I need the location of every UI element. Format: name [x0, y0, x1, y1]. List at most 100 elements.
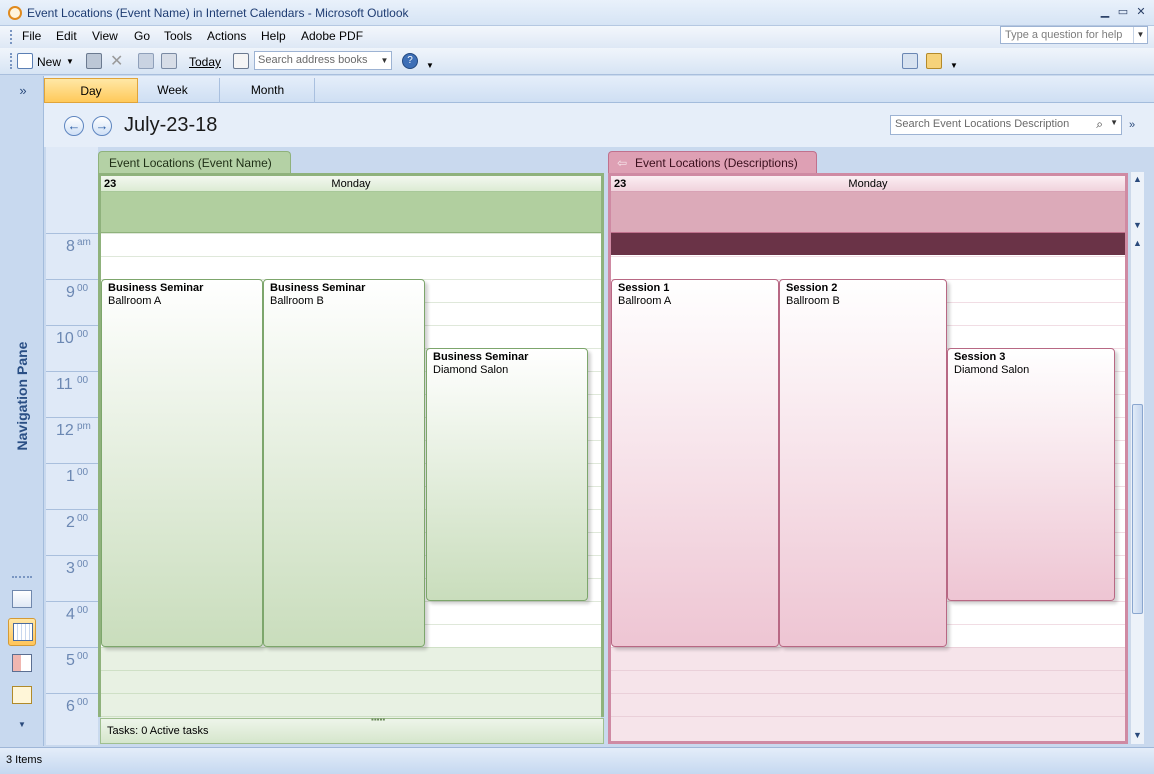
- scrollbar-thumb[interactable]: [1132, 404, 1143, 614]
- appointment[interactable]: Session 1 Ballroom A: [611, 279, 779, 647]
- help-icon[interactable]: ?: [402, 53, 418, 69]
- menu-actions[interactable]: Actions: [204, 29, 249, 43]
- tab-day[interactable]: Day: [44, 78, 138, 103]
- vertical-scrollbar[interactable]: ▲ ▼ ▲ ▼: [1130, 172, 1144, 744]
- hour-label: 6 00: [46, 693, 98, 739]
- arrow-left-icon[interactable]: ⇦: [617, 152, 627, 175]
- time-slot[interactable]: [611, 693, 1125, 716]
- forward-arrow-icon[interactable]: →: [92, 116, 112, 136]
- print-icon[interactable]: [86, 53, 102, 69]
- tab-month[interactable]: Month: [221, 78, 315, 103]
- time-slot[interactable]: [101, 233, 601, 256]
- page-title: July-23-18: [124, 114, 218, 136]
- address-book-search-input[interactable]: Search address books ▼: [254, 51, 392, 70]
- configure-buttons-icon[interactable]: ▼: [8, 714, 36, 736]
- title-bar: Event Locations (Event Name) in Internet…: [0, 0, 1154, 26]
- chevron-down-icon[interactable]: ▼: [378, 52, 391, 69]
- scroll-down-icon[interactable]: ▼: [1133, 220, 1142, 230]
- delete-icon[interactable]: ✕: [110, 52, 123, 72]
- chevron-down-icon[interactable]: ▼: [66, 52, 74, 72]
- hour-number: 2: [66, 514, 75, 531]
- contacts-icon[interactable]: [8, 650, 36, 678]
- scroll-up-icon[interactable]: ▲: [1133, 238, 1142, 248]
- tasks-bar[interactable]: Tasks: 0 Active tasks ▪▪▪▪▪: [100, 715, 604, 744]
- tab-week[interactable]: Week: [126, 78, 220, 103]
- time-slot[interactable]: [611, 647, 1125, 670]
- all-day-area[interactable]: [101, 192, 601, 233]
- time-slot[interactable]: [101, 670, 601, 693]
- time-slot[interactable]: [611, 670, 1125, 693]
- calendar-tab-descriptions[interactable]: ⇦ Event Locations (Descriptions): [608, 151, 817, 174]
- send-receive-icon[interactable]: [902, 53, 918, 69]
- menu-adobe-pdf[interactable]: Adobe PDF: [298, 29, 366, 43]
- appointment[interactable]: Business Seminar Ballroom B: [263, 279, 425, 647]
- menu-help[interactable]: Help: [258, 29, 289, 43]
- appointment[interactable]: Session 3 Diamond Salon: [947, 348, 1115, 601]
- appointment-location: Diamond Salon: [954, 364, 1030, 376]
- time-slot[interactable]: [101, 256, 601, 279]
- menu-bar: File Edit View Go Tools Actions Help Ado…: [0, 26, 1154, 48]
- menu-file[interactable]: File: [19, 29, 44, 43]
- pane-resize-grip[interactable]: [12, 576, 32, 578]
- today-button[interactable]: Today: [189, 52, 221, 72]
- menu-view[interactable]: View: [89, 29, 121, 43]
- menu-edit[interactable]: Edit: [53, 29, 80, 43]
- mail-icon[interactable]: [8, 586, 36, 614]
- resize-grip[interactable]: ▪▪▪▪▪: [371, 715, 385, 724]
- move-icon[interactable]: [138, 53, 154, 69]
- back-arrow-icon[interactable]: ←: [64, 116, 84, 136]
- time-slot[interactable]: [611, 256, 1125, 279]
- selected-time-slot[interactable]: [611, 233, 1125, 255]
- status-bar: 3 Items: [0, 747, 1154, 774]
- day-header[interactable]: 23 Monday: [101, 176, 601, 192]
- chevron-down-icon[interactable]: ▼: [1133, 27, 1147, 43]
- hour-number: 8: [66, 238, 75, 255]
- hour-label: 11 00: [46, 371, 98, 417]
- day-header[interactable]: 23 Monday: [611, 176, 1125, 192]
- calendar-tab-event-name[interactable]: Event Locations (Event Name): [98, 151, 291, 174]
- hour-suffix: 00: [77, 375, 89, 386]
- hour-label: 12 pm: [46, 417, 98, 463]
- menu-go[interactable]: Go: [131, 29, 153, 43]
- appointment-location: Diamond Salon: [433, 364, 509, 376]
- toolbar-options-icon[interactable]: ▼: [950, 56, 958, 76]
- calendar-icon[interactable]: [8, 618, 36, 646]
- appointment[interactable]: Business Seminar Diamond Salon: [426, 348, 588, 601]
- navigation-pane-label[interactable]: Navigation Pane: [2, 196, 42, 596]
- toolbar-options-icon[interactable]: ▼: [426, 56, 434, 76]
- expand-navigation-pane-button[interactable]: »: [8, 80, 38, 102]
- hour-suffix: 00: [77, 559, 89, 570]
- address-book-icon[interactable]: [233, 53, 249, 69]
- tasks-icon[interactable]: [8, 682, 36, 710]
- search-icon[interactable]: ⌕: [1096, 117, 1103, 132]
- scroll-up-icon[interactable]: ▲: [1133, 174, 1142, 184]
- appointment-location: Ballroom A: [108, 295, 162, 307]
- search-input[interactable]: Search Event Locations Description ⌕ ▼: [890, 115, 1122, 135]
- appointment-location: Ballroom B: [786, 295, 840, 307]
- hour-suffix: 00: [77, 283, 89, 294]
- chevron-down-icon[interactable]: ▼: [1110, 118, 1118, 127]
- appointment[interactable]: Business Seminar Ballroom A: [101, 279, 263, 647]
- time-slot[interactable]: [101, 693, 601, 716]
- minimize-button[interactable]: ▁: [1097, 5, 1113, 19]
- menu-tools[interactable]: Tools: [161, 29, 195, 43]
- scroll-down-icon[interactable]: ▼: [1133, 730, 1142, 740]
- time-slot[interactable]: [101, 647, 601, 670]
- toolbar-grip[interactable]: [10, 30, 13, 44]
- time-slot[interactable]: [611, 716, 1125, 739]
- all-day-area[interactable]: [611, 192, 1125, 233]
- toolbar-grip[interactable]: [10, 53, 13, 69]
- maximize-button[interactable]: ▭: [1115, 5, 1131, 19]
- hour-number: 10: [56, 330, 74, 347]
- expand-query-builder-icon[interactable]: »: [1129, 119, 1135, 131]
- day-name: Monday: [848, 178, 888, 190]
- appointment[interactable]: Session 2 Ballroom B: [779, 279, 947, 647]
- new-button[interactable]: New: [37, 52, 61, 72]
- appointment-title: Session 1: [618, 282, 670, 294]
- close-button[interactable]: ✕: [1133, 5, 1149, 19]
- find-contact-icon[interactable]: [926, 53, 942, 69]
- categorize-icon[interactable]: [161, 53, 177, 69]
- help-search-input[interactable]: Type a question for help ▼: [1000, 26, 1148, 44]
- outlook-icon: [8, 6, 22, 20]
- date-header: ← → July-23-18 Search Event Locations De…: [44, 103, 1154, 147]
